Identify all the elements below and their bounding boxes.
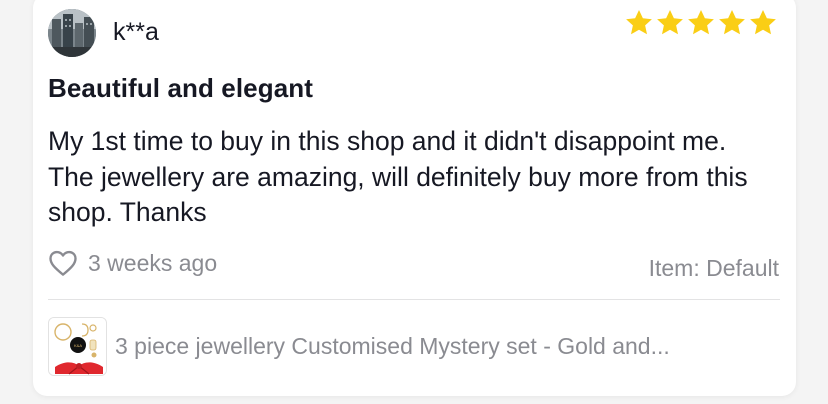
heart-outline-icon[interactable] — [48, 249, 78, 277]
svg-text:K&A: K&A — [74, 343, 82, 348]
rating-stars — [624, 8, 778, 38]
star-icon — [750, 10, 776, 35]
review-card: k**a Beautiful and elegant My 1st time t… — [33, 0, 796, 396]
star-icon — [626, 10, 652, 35]
item-variant: Item: Default — [648, 255, 779, 281]
review-title: Beautiful and elegant — [48, 73, 314, 103]
star-icon — [688, 10, 714, 35]
reviewer-username: k**a — [113, 18, 159, 46]
divider — [48, 299, 780, 300]
review-meta: 3 weeks ago — [48, 249, 217, 277]
star-icon — [657, 10, 683, 35]
user-avatar[interactable] — [48, 9, 96, 57]
avatar-image — [48, 9, 96, 57]
star-icon — [719, 10, 745, 35]
review-time: 3 weeks ago — [88, 249, 218, 276]
product-thumbnail[interactable]: K&A — [48, 317, 107, 376]
product-name-link[interactable]: 3 piece jewellery Customised Mystery set… — [115, 333, 775, 360]
product-image: K&A — [49, 318, 106, 375]
review-body: My 1st time to buy in this shop and it d… — [48, 126, 748, 227]
